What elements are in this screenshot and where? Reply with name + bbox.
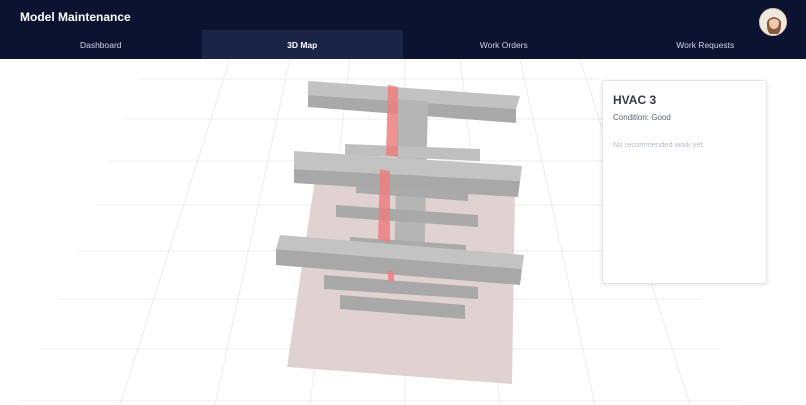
asset-info-panel: HVAC 3 Condition: Good No recommended wo… (602, 80, 767, 284)
tab-dashboard[interactable]: Dashboard (0, 30, 202, 59)
recommendations-empty-state: No recommended work yet. (613, 140, 705, 149)
3d-map-viewport[interactable]: HVAC 3 Condition: Good No recommended wo… (0, 59, 806, 405)
tab-work-requests[interactable]: Work Requests (605, 30, 806, 59)
asset-name: HVAC 3 (613, 93, 657, 107)
asset-condition: Condition: Good (613, 113, 671, 122)
app: Model Maintenance Dashboard 3D Map Work … (0, 0, 806, 405)
top-header: Model Maintenance Dashboard 3D Map Work … (0, 0, 806, 59)
main-nav: Dashboard 3D Map Work Orders Work Reques… (0, 30, 806, 59)
app-title: Model Maintenance (20, 10, 131, 24)
tab-3d-map[interactable]: 3D Map (201, 30, 403, 59)
tab-work-orders[interactable]: Work Orders (403, 30, 605, 59)
